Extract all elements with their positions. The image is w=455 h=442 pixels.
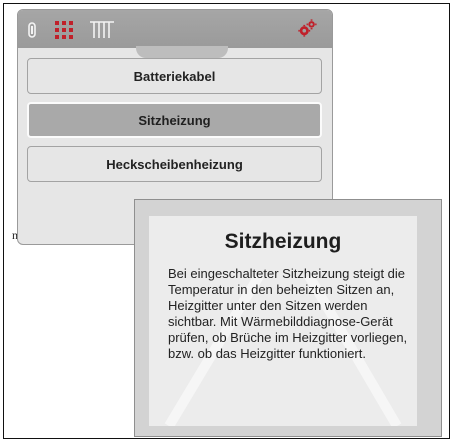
panel-tab-notch: [136, 46, 228, 58]
info-tooltip: Sitzheizung Bei eingeschalteter Sitzheiz…: [134, 199, 442, 437]
tube-icon[interactable]: [26, 20, 38, 40]
panel-toolbar: [18, 10, 332, 48]
heater-grid-icon[interactable]: [54, 20, 74, 40]
rear-window-heating-button[interactable]: Heckscheibenheizung: [27, 146, 322, 182]
columns-icon[interactable]: [88, 20, 116, 40]
tooltip-text: Bei eingeschalteter Sitzheizung steigt d…: [168, 266, 408, 361]
tooltip-title: Sitzheizung: [224, 230, 342, 253]
settings-gears-icon[interactable]: [296, 18, 318, 38]
seat-heating-button[interactable]: Sitzheizung: [27, 102, 322, 138]
battery-cable-button[interactable]: Batteriekabel: [27, 58, 322, 94]
